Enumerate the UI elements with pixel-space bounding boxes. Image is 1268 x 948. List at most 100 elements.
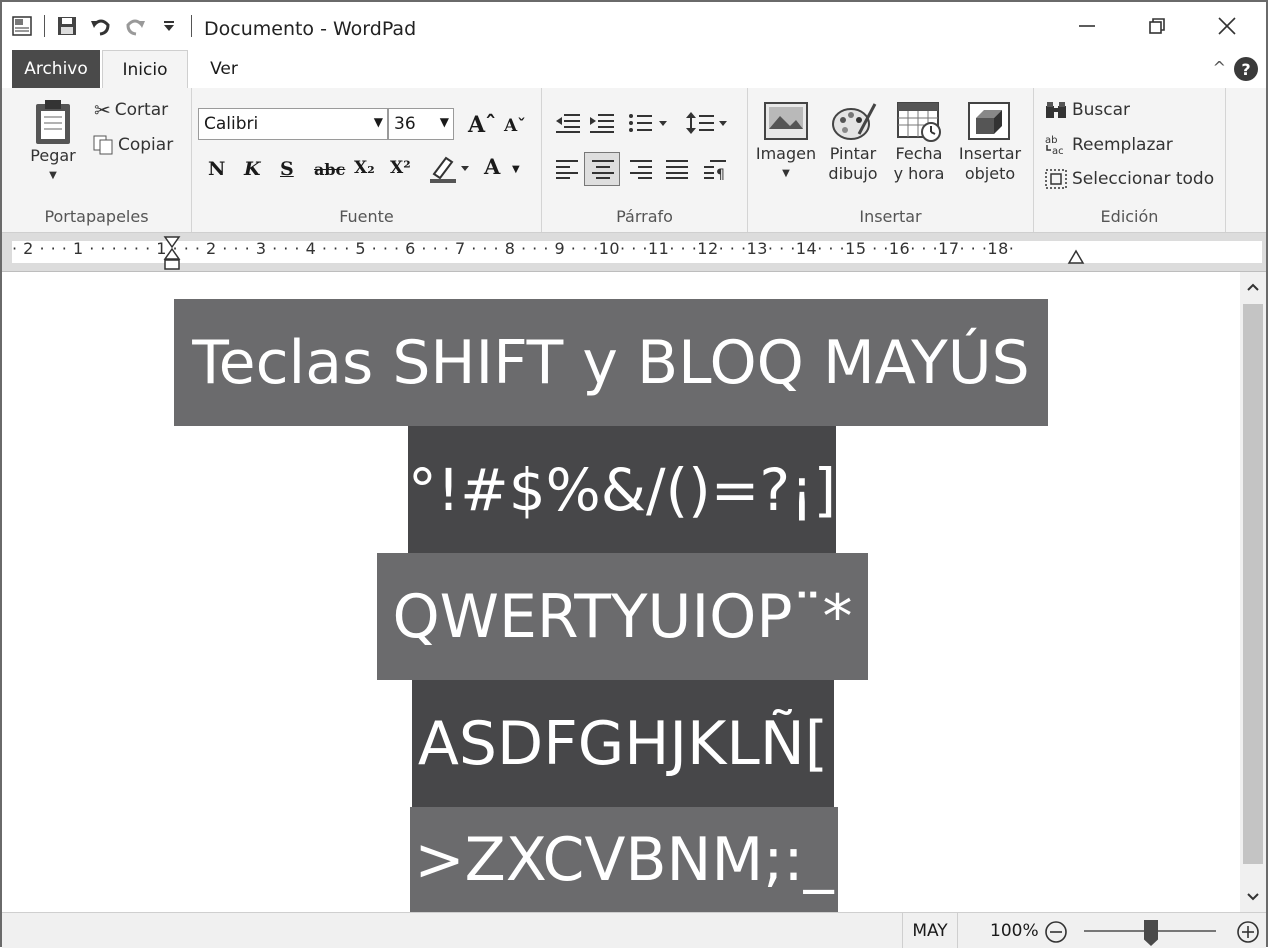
customize-qat-icon[interactable] [157,14,181,38]
insert-object-button[interactable]: Insertar objeto [954,100,1026,184]
find-button[interactable]: Buscar [1044,100,1130,120]
italic-button[interactable]: K [244,158,261,180]
ribbon: Pegar ▼ ✂ Cortar Copiar Portapapeles Cal… [2,88,1266,233]
paragraph-icon[interactable]: ¶ [702,158,728,180]
paste-button[interactable]: Pegar ▼ [26,98,80,186]
replace-button[interactable]: ab ac Reemplazar [1044,134,1173,156]
date-time-button[interactable]: Fecha y hora [888,100,950,184]
insert-image-button[interactable]: Imagen ▼ [754,100,818,184]
document-line-qwerty[interactable]: QWERTYUIOP¨* [377,553,868,680]
chevron-down-icon[interactable]: ▼ [512,164,520,175]
font-family-select[interactable]: Calibri ▼ [198,108,388,140]
scroll-down-icon[interactable] [1246,892,1260,902]
group-edicion: Buscar ab ac Reemplazar Seleccionar todo … [1034,88,1226,232]
restore-icon [1149,18,1165,34]
vertical-scrollbar[interactable] [1240,272,1266,912]
group-label-fuente: Fuente [339,207,394,226]
scissors-icon: ✂ [94,98,111,122]
font-size-select[interactable]: 36 ▼ [388,108,454,140]
object-label-1: Insertar [958,144,1022,163]
group-portapapeles: Pegar ▼ ✂ Cortar Copiar Portapapeles [2,88,192,232]
underline-button[interactable]: S [280,158,294,180]
document-line-symbols[interactable]: °!#$%&/()=?¡] [408,426,836,553]
subscript-button[interactable]: X₂ [354,158,375,178]
close-button[interactable] [1192,8,1262,44]
group-insertar: Imagen ▼ Pintar dibujo Fecha y hora Inse… [748,88,1034,232]
help-icon[interactable]: ? [1234,57,1258,81]
restore-button[interactable] [1122,8,1192,44]
highlight-color-button[interactable] [428,154,472,188]
tab-inicio[interactable]: Inicio [102,50,188,89]
copy-label: Copiar [118,135,174,155]
wordpad-window: Documento - WordPad Archivo Inicio Ver ^… [0,0,1268,948]
cut-button[interactable]: ✂ Cortar [94,98,168,122]
decrease-indent-icon[interactable] [554,112,582,134]
bold-button[interactable]: N [208,158,225,180]
copy-icon [93,135,113,155]
paint-drawing-button[interactable]: Pintar dibujo [822,100,884,184]
group-label-portapapeles: Portapapeles [44,207,149,226]
replace-icon: abac [1045,135,1064,156]
tab-ver[interactable]: Ver [200,50,248,88]
scrollbar-thumb[interactable] [1243,304,1263,864]
scroll-up-icon[interactable] [1246,282,1260,292]
right-indent-marker-icon[interactable] [1066,247,1086,267]
group-fuente: Calibri ▼ 36 ▼ Aˆ Aˇ N K S abc X₂ X² A ▼… [192,88,542,232]
zoom-out-icon[interactable] [1044,920,1068,944]
chevron-down-icon: ▼ [49,170,57,181]
chevron-down-icon: ▼ [782,168,790,179]
align-left-icon[interactable] [554,158,580,180]
paint-label-1: Pintar [829,144,877,163]
redo-icon[interactable] [123,14,147,38]
select-all-label: Seleccionar todo [1072,169,1215,189]
close-icon [1218,17,1236,35]
wordpad-app-icon[interactable] [10,14,34,38]
zoom-slider-thumb[interactable] [1144,920,1158,946]
align-right-icon[interactable] [628,158,654,180]
align-center-icon [592,160,614,179]
shrink-font-icon[interactable]: Aˇ [504,116,526,136]
align-center-button[interactable] [584,152,620,186]
object-icon [968,102,1010,140]
date-label-1: Fecha [895,144,943,163]
minimize-icon [1079,25,1095,27]
strikethrough-button[interactable]: abc [314,160,345,179]
date-label-2: y hora [893,164,945,183]
collapse-ribbon-icon[interactable]: ^ [1213,58,1226,77]
title-bar: Documento - WordPad [2,2,1266,50]
indent-marker-icon[interactable] [162,235,182,271]
replace-label: Reemplazar [1072,135,1173,155]
paint-label-2: dibujo [828,164,878,183]
superscript-button[interactable]: X² [390,158,411,178]
increase-indent-icon[interactable] [588,112,616,134]
zoom-in-icon[interactable] [1236,920,1260,944]
qat-separator [44,15,45,37]
select-all-icon [1045,169,1067,189]
ribbon-tabs: Archivo Inicio Ver ^ ? [2,50,1266,89]
find-label: Buscar [1072,100,1131,120]
picture-icon [764,102,808,140]
copy-button[interactable]: Copiar [92,134,173,156]
grow-font-icon[interactable]: Aˆ [468,112,496,138]
minimize-button[interactable] [1052,8,1122,44]
svg-text:ab: ab [1045,135,1057,146]
object-label-2: objeto [964,164,1016,183]
select-all-button[interactable]: Seleccionar todo [1044,168,1214,190]
document-area[interactable]: Teclas SHIFT y BLOQ MAYÚS °!#$%&/()=?¡] … [2,272,1240,912]
justify-icon[interactable] [664,158,690,180]
ruler[interactable]: · 2 · · · 1 · · · · · · 1 · · · 2 · · · … [2,233,1266,272]
document-line-asdf[interactable]: ASDFGHJKLÑ[ [412,680,834,807]
undo-icon[interactable] [89,14,113,38]
group-label-parrafo: Párrafo [616,207,673,226]
insert-image-label: Imagen [755,144,817,163]
document-line-title[interactable]: Teclas SHIFT y BLOQ MAYÚS [174,299,1048,426]
save-icon[interactable] [55,14,79,38]
line-spacing-icon[interactable] [686,110,728,136]
document-line-zxcv[interactable]: >ZXCVBNM;:_ [410,807,838,912]
font-size-value: 36 [394,114,416,134]
bullet-list-icon[interactable] [628,112,668,134]
calendar-icon [897,102,941,142]
font-color-button[interactable]: A [484,154,500,179]
tab-archivo[interactable]: Archivo [12,50,100,88]
svg-text:¶: ¶ [716,167,725,180]
